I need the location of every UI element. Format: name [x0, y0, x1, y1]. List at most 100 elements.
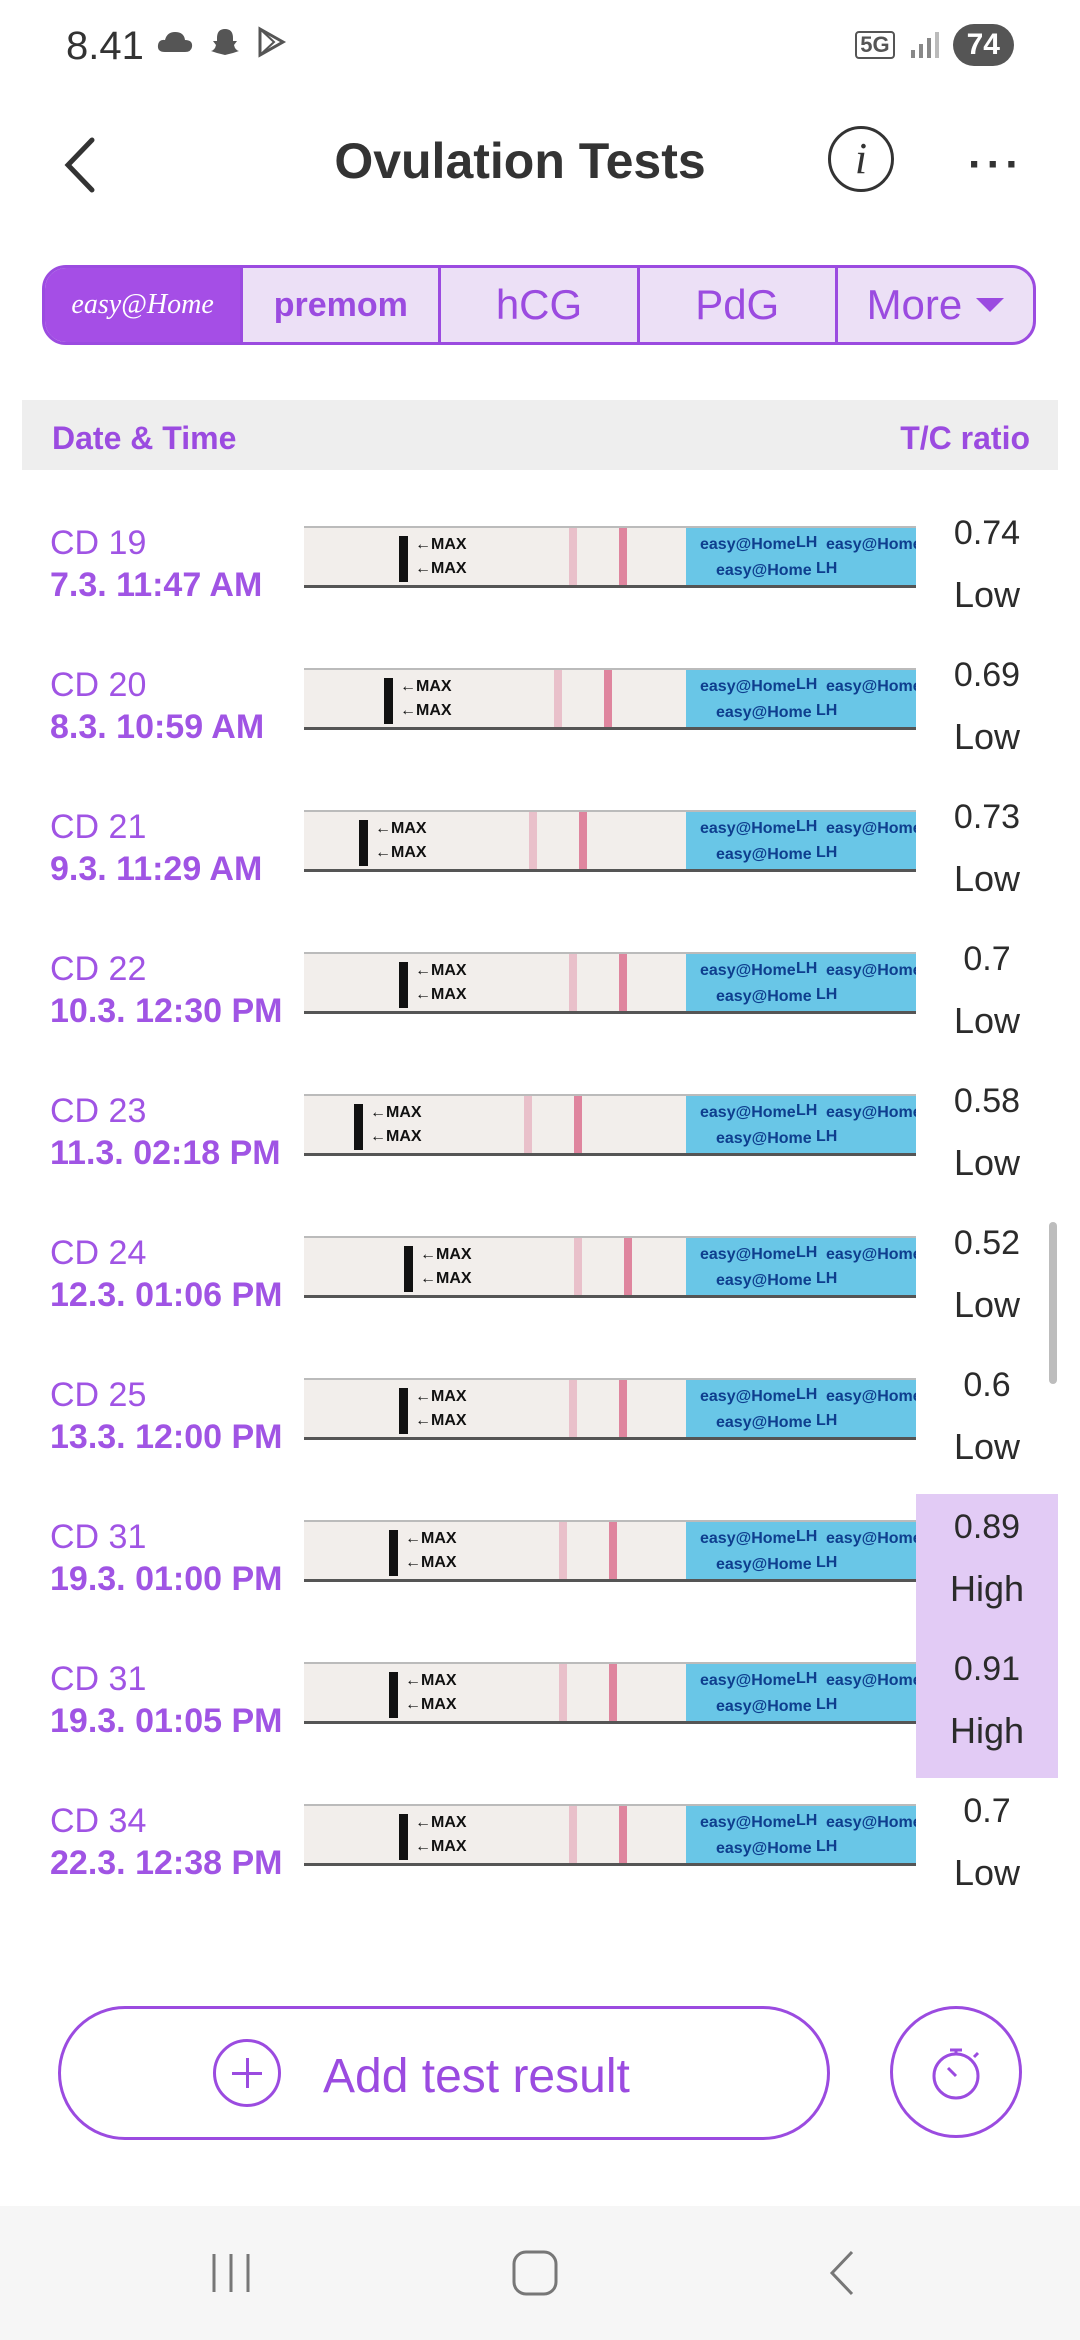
- strip-test-line: [559, 1664, 567, 1721]
- snapchat-icon: [211, 29, 239, 55]
- info-icon: i: [854, 134, 868, 183]
- strip-control-line: [574, 1096, 582, 1153]
- test-strip-image: ←MAX ←MAX easy@Home LH easy@Home easy@Home LH: [304, 810, 916, 872]
- strip-brand-text: easy@Home: [700, 1530, 796, 1547]
- table-row[interactable]: CD 25 13.3. 12:00 PM ←MAX ←MAX easy@Home LH ea…: [0, 1352, 1080, 1494]
- table-row[interactable]: CD 23 11.3. 02:18 PM ←MAX ←MAX easy@Home LH ea…: [0, 1068, 1080, 1210]
- scrollbar[interactable]: [1049, 1222, 1057, 1384]
- strip-lh-text: LH: [816, 1270, 838, 1287]
- tab-hcg[interactable]: hCG: [441, 268, 640, 342]
- tc-ratio-value: 0.74: [953, 514, 1021, 552]
- strip-max-mark: ←MAX: [415, 1388, 467, 1405]
- strip-test-line: [529, 812, 537, 869]
- strip-brand-band: easy@Home LH easy@Home easy@Home LH: [686, 1380, 916, 1437]
- strip-brand-text: easy@Home: [700, 820, 796, 837]
- strip-max-mark: ←MAX: [415, 560, 467, 577]
- test-strip-image: ←MAX ←MAX easy@Home LH easy@Home easy@Home LH: [304, 668, 916, 730]
- play-store-icon: [258, 26, 287, 58]
- strip-brand-text: easy@Home: [716, 704, 812, 721]
- strip-test-line: [574, 1238, 582, 1295]
- test-strip-image: ←MAX ←MAX easy@Home LH easy@Home easy@Home LH: [304, 1094, 916, 1156]
- tab-premom[interactable]: premom: [243, 268, 442, 342]
- tab-pdg[interactable]: PdG: [640, 268, 838, 342]
- column-header-ratio: T/C ratio: [900, 420, 1030, 456]
- strip-brand-text: easy@Home: [716, 1130, 812, 1147]
- strip-lh-text: LH: [816, 986, 838, 1003]
- ratio-cell: 0.73 Low: [916, 784, 1058, 926]
- info-button[interactable]: i: [828, 126, 894, 192]
- strip-control-bar: [399, 1814, 408, 1860]
- test-datetime: 9.3. 11:29 AM: [50, 850, 263, 888]
- strip-test-line: [554, 670, 562, 727]
- recent-apps-icon[interactable]: [206, 2248, 256, 2298]
- strip-brand-text: easy@Home: [826, 1388, 916, 1405]
- strip-control-line: [619, 528, 627, 585]
- strip-brand-text: easy@Home: [700, 1104, 796, 1121]
- strip-brand-text: easy@Home: [700, 1672, 796, 1689]
- battery-badge: 74: [952, 24, 1014, 66]
- tab-label: easy@Home: [71, 289, 214, 320]
- strip-brand-text: easy@Home: [700, 1814, 796, 1831]
- tc-ratio-value: 0.91: [953, 1650, 1021, 1688]
- strip-brand-text: easy@Home: [826, 962, 916, 979]
- tc-ratio-value: 0.6: [963, 1366, 1011, 1404]
- timer-button[interactable]: [890, 2006, 1022, 2138]
- strip-lh-text: LH: [816, 1696, 838, 1713]
- strip-control-line: [619, 954, 627, 1011]
- table-row[interactable]: CD 22 10.3. 12:30 PM ←MAX ←MAX easy@Home LH ea…: [0, 926, 1080, 1068]
- strip-brand-band: easy@Home LH easy@Home easy@Home LH: [686, 1664, 916, 1721]
- strip-brand-text: easy@Home: [826, 678, 916, 695]
- test-datetime: 19.3. 01:00 PM: [50, 1560, 283, 1598]
- tab-more-dropdown[interactable]: More: [838, 268, 1033, 342]
- test-datetime: 13.3. 12:00 PM: [50, 1418, 283, 1456]
- table-row[interactable]: CD 19 7.3. 11:47 AM ←MAX ←MAX easy@Home LH eas…: [0, 500, 1080, 642]
- tab-label: PdG: [695, 281, 780, 328]
- strip-test-line: [569, 528, 577, 585]
- table-row[interactable]: CD 21 9.3. 11:29 AM ←MAX ←MAX easy@Home LH eas…: [0, 784, 1080, 926]
- network-badge: 5G: [855, 31, 895, 59]
- tc-level-label: Low: [953, 858, 1021, 899]
- strip-control-bar: [389, 1672, 398, 1718]
- strip-control-line: [604, 670, 612, 727]
- strip-brand-text: easy@Home: [826, 536, 916, 553]
- ratio-cell: 0.74 Low: [916, 500, 1058, 642]
- ratio-cell: 0.7 Low: [916, 926, 1058, 1068]
- tc-ratio-value: 0.69: [953, 656, 1021, 694]
- tab-easy-home[interactable]: easy@Home: [45, 268, 244, 342]
- system-nav-bar: [0, 2206, 1080, 2340]
- strip-brand-text: easy@Home: [716, 988, 812, 1005]
- table-row[interactable]: CD 31 19.3. 01:05 PM ←MAX ←MAX easy@Home LH ea…: [0, 1636, 1080, 1778]
- tc-ratio-value: 0.7: [963, 940, 1011, 978]
- table-row[interactable]: CD 31 19.3. 01:00 PM ←MAX ←MAX easy@Home LH ea…: [0, 1494, 1080, 1636]
- home-icon[interactable]: [510, 2248, 560, 2298]
- tc-level-label: Low: [953, 1000, 1021, 1041]
- app-header: Ovulation Tests i ···: [0, 110, 1080, 220]
- tc-level-label: Low: [953, 1852, 1021, 1893]
- strip-max-mark: ←MAX: [405, 1530, 457, 1547]
- table-row[interactable]: CD 34 22.3. 12:38 PM ←MAX ←MAX easy@Home LH ea…: [0, 1778, 1080, 1920]
- strip-lh-text: LH: [816, 1412, 838, 1429]
- table-row[interactable]: CD 24 12.3. 01:06 PM ←MAX ←MAX easy@Home LH ea…: [0, 1210, 1080, 1352]
- strip-max-mark: ←MAX: [420, 1246, 472, 1263]
- tab-label: More: [866, 281, 963, 328]
- strip-control-line: [619, 1806, 627, 1863]
- add-test-result-button[interactable]: Add test result: [58, 2006, 830, 2140]
- strip-control-bar: [384, 678, 393, 724]
- strip-brand-band: easy@Home LH easy@Home easy@Home LH: [686, 1238, 916, 1295]
- tc-ratio-value: 0.58: [953, 1082, 1021, 1120]
- tc-ratio-value: 0.89: [953, 1508, 1021, 1546]
- test-strip-image: ←MAX ←MAX easy@Home LH easy@Home easy@Home LH: [304, 526, 916, 588]
- more-options-button[interactable]: ···: [968, 140, 1024, 190]
- stopwatch-icon: [932, 2048, 980, 2100]
- table-row[interactable]: CD 20 8.3. 10:59 AM ←MAX ←MAX easy@Home LH eas…: [0, 642, 1080, 784]
- back-nav-icon[interactable]: [818, 2248, 868, 2298]
- tc-level-label: Low: [953, 574, 1021, 615]
- add-circle-icon: [213, 2039, 281, 2107]
- strip-max-mark: ←MAX: [420, 1270, 472, 1287]
- test-datetime: 8.3. 10:59 AM: [50, 708, 265, 746]
- strip-control-line: [624, 1238, 632, 1295]
- ratio-cell: 0.6 Low: [916, 1352, 1058, 1494]
- strip-control-line: [609, 1522, 617, 1579]
- strip-lh-text: LH: [796, 534, 818, 551]
- ratio-cell: 0.52 Low: [916, 1210, 1058, 1352]
